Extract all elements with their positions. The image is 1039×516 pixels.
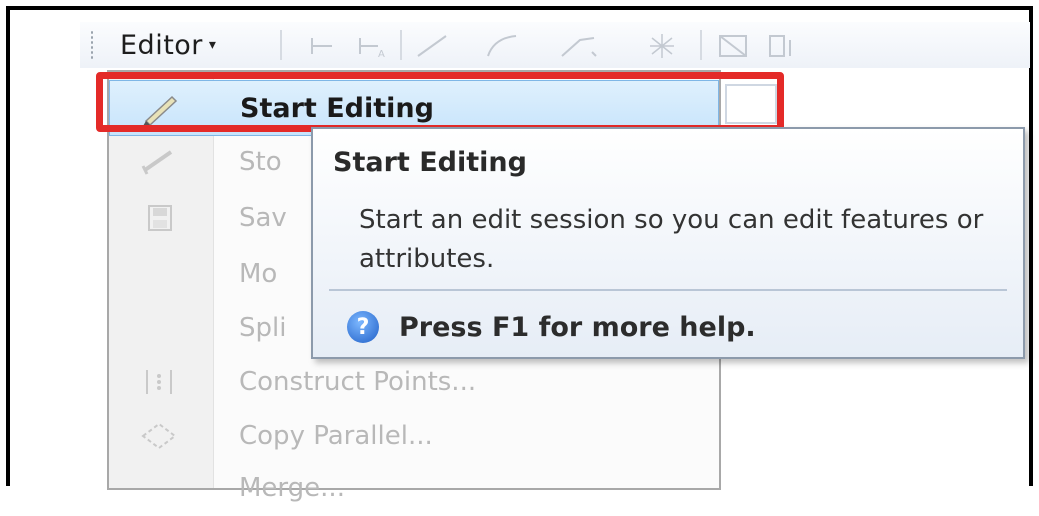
- help-text: Press F1 for more help.: [399, 311, 756, 343]
- trace-icon[interactable]: [558, 32, 598, 60]
- overflow-icon[interactable]: [764, 32, 804, 60]
- tooltip-description: Start an edit session so you can edit fe…: [359, 205, 984, 274]
- menu-item-label: Merge...: [239, 473, 345, 503]
- edit-annotation-tool-icon[interactable]: A: [352, 32, 392, 60]
- topology-edit-icon[interactable]: [714, 32, 754, 60]
- arc-segment-icon[interactable]: [482, 32, 522, 60]
- snapping-icon[interactable]: [642, 32, 682, 60]
- menu-item-label: Mo: [239, 259, 278, 289]
- toolbar-separator: [700, 30, 702, 60]
- menu-item-merge[interactable]: Merge...: [109, 460, 719, 516]
- toolbar-separator: [280, 30, 282, 60]
- construct-points-icon: [137, 364, 181, 400]
- toolbar-grip[interactable]: [90, 30, 94, 60]
- start-editing-highlight: [96, 72, 784, 132]
- menu-item-label: Construct Points...: [239, 367, 477, 397]
- start-editing-tooltip: Start Editing Start an edit session so y…: [311, 127, 1025, 359]
- tooltip-help-row: ? Press F1 for more help.: [347, 307, 756, 347]
- copy-parallel-icon: [137, 418, 181, 454]
- edit-tool-icon[interactable]: [302, 32, 342, 60]
- help-icon: ?: [347, 311, 379, 343]
- menu-item-label: Sto: [239, 147, 282, 177]
- toolbar-separator: [400, 30, 402, 60]
- tooltip-divider: [329, 289, 1007, 291]
- stop-editing-icon: [137, 144, 181, 180]
- save-edits-icon: [137, 200, 181, 236]
- tooltip-title: Start Editing: [333, 147, 527, 178]
- menu-item-construct-points[interactable]: Construct Points...: [109, 354, 719, 410]
- menu-item-label: Spli: [239, 313, 287, 343]
- editor-menu-label: Editor: [120, 29, 203, 61]
- straight-segment-icon[interactable]: [412, 32, 452, 60]
- svg-text:A: A: [378, 49, 385, 60]
- chevron-down-icon: ▾: [208, 37, 216, 53]
- editor-toolbar: Editor ▾ A: [80, 22, 1030, 68]
- editor-menu-button[interactable]: Editor ▾: [120, 26, 270, 64]
- menu-item-label: Sav: [239, 203, 287, 233]
- menu-item-copy-parallel[interactable]: Copy Parallel...: [109, 408, 719, 464]
- menu-item-label: Copy Parallel...: [239, 421, 433, 451]
